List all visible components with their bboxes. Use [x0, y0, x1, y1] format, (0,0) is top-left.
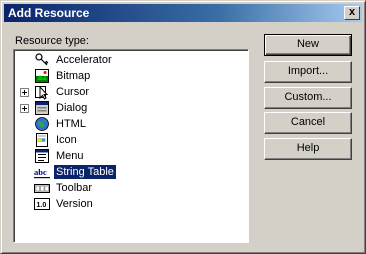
tree-item-label: Accelerator [56, 54, 112, 66]
tree-item-label: String Table [53, 164, 117, 180]
tree-item-version[interactable]: 1.0 Version [14, 196, 244, 212]
tree-item-toolbar[interactable]: Toolbar [14, 180, 244, 196]
version-icon: 1.0 [34, 198, 50, 210]
tree-item-dialog[interactable]: Dialog [14, 100, 244, 116]
tree-item-icon[interactable]: Icon [14, 132, 244, 148]
string-table-icon: abc [34, 167, 50, 179]
tree-item-label: HTML [56, 118, 86, 130]
icon-resource-icon [36, 133, 48, 147]
tree-item-menu[interactable]: Menu [14, 148, 244, 164]
menu-icon [35, 149, 49, 163]
tree-item-label: Menu [56, 150, 84, 162]
tree-item-html[interactable]: HTML [14, 116, 244, 132]
tree-item-string-table[interactable]: abc String Table [14, 164, 244, 180]
tree-item-bitmap[interactable]: Bitmap [14, 68, 244, 84]
add-resource-dialog: Add Resource x Resource type: Accelerato… [0, 0, 366, 254]
bitmap-icon [35, 69, 49, 83]
resource-type-label: Resource type: [15, 35, 89, 47]
resource-type-tree[interactable]: Accelerator Bitmap Cursor Dialog HTML Ic… [13, 49, 249, 243]
close-button[interactable]: x [344, 6, 360, 20]
cursor-icon [35, 85, 49, 100]
tree-item-label: Toolbar [56, 182, 93, 194]
dialog-icon [35, 101, 49, 115]
import-button[interactable]: Import... [264, 61, 352, 83]
tree-item-label: Icon [56, 134, 77, 146]
tree-item-label: Bitmap [56, 70, 91, 82]
window-title: Add Resource [8, 6, 90, 20]
expand-icon[interactable] [20, 104, 29, 113]
expand-icon[interactable] [20, 88, 29, 97]
close-icon: x [348, 6, 356, 18]
tree-item-cursor[interactable]: Cursor [14, 84, 244, 100]
help-button[interactable]: Help [264, 138, 352, 160]
new-button[interactable]: New [264, 34, 352, 56]
svg-text:1.0: 1.0 [37, 202, 47, 209]
html-icon [35, 117, 49, 131]
tree-item-accelerator[interactable]: Accelerator [14, 52, 244, 68]
accelerator-icon [35, 53, 49, 66]
tree-item-label: Dialog [56, 102, 88, 114]
tree-item-label: Version [56, 198, 93, 210]
custom-button[interactable]: Custom... [264, 87, 352, 109]
svg-text:abc: abc [34, 167, 47, 177]
title-bar[interactable]: Add Resource x [4, 4, 362, 22]
toolbar-icon [34, 184, 50, 193]
tree-item-label: Cursor [56, 86, 90, 98]
cancel-button[interactable]: Cancel [264, 112, 352, 134]
